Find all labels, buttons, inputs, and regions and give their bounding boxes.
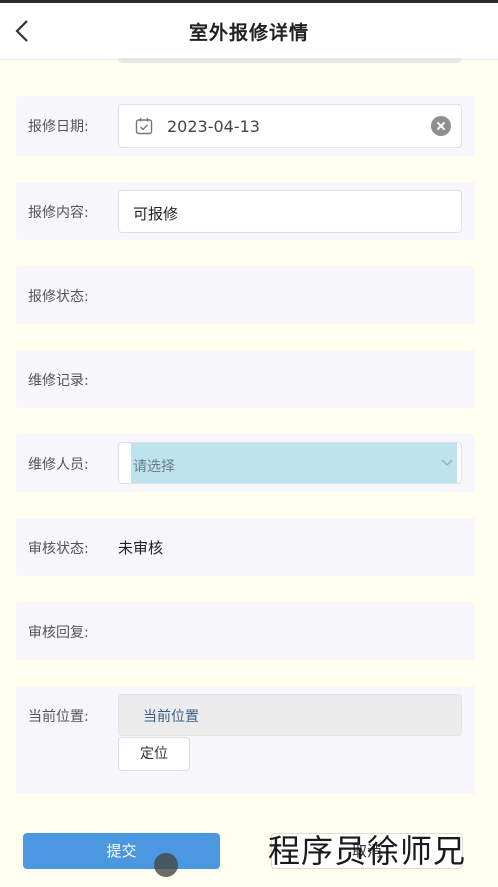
previous-field-edge <box>118 58 462 63</box>
repair-date-row: 报修日期: 2023-04-13 <box>16 96 475 156</box>
review-status-label: 审核状态: <box>28 541 89 557</box>
review-status-value: 未审核 <box>118 539 164 557</box>
review-status-row: 审核状态: 未审核 <box>16 518 475 576</box>
chevron-left-icon <box>15 20 28 42</box>
repair-content-label: 报修内容: <box>28 205 89 221</box>
repair-status-row: 报修状态: <box>16 266 475 324</box>
review-reply-label: 审核回复: <box>28 625 89 641</box>
current-location-row: 当前位置: 当前位置 定位 <box>16 686 475 794</box>
page-title: 室外报修详情 <box>188 21 309 44</box>
calendar-icon <box>135 118 153 135</box>
repair-content-input[interactable]: 可报修 <box>118 190 462 233</box>
app-header: 室外报修详情 <box>0 3 498 60</box>
repair-date-label: 报修日期: <box>28 119 89 135</box>
select-highlight <box>131 443 457 483</box>
chevron-down-icon <box>441 459 453 467</box>
repair-content-value: 可报修 <box>133 205 179 223</box>
repair-status-label: 报修状态: <box>28 289 89 305</box>
back-button[interactable] <box>12 17 34 45</box>
maintenance-record-row: 维修记录: <box>16 350 475 408</box>
repair-content-row: 报修内容: 可报修 <box>16 182 475 240</box>
maintenance-staff-select[interactable]: 请选择 <box>118 442 462 484</box>
watermark-text: 程序员徐师兄 <box>268 832 467 870</box>
touch-indicator <box>154 853 178 877</box>
maintenance-staff-label: 维修人员: <box>28 457 89 473</box>
clear-circle-icon[interactable] <box>431 116 451 136</box>
locate-button[interactable]: 定位 <box>118 737 190 771</box>
current-location-label: 当前位置: <box>28 709 89 725</box>
maintenance-staff-row: 维修人员: 请选择 <box>16 434 475 492</box>
repair-date-field[interactable]: 2023-04-13 <box>118 104 462 148</box>
current-location-field: 当前位置 <box>118 694 462 736</box>
repair-date-value: 2023-04-13 <box>167 117 260 136</box>
maintenance-record-label: 维修记录: <box>28 373 89 389</box>
current-location-value: 当前位置 <box>143 709 199 725</box>
submit-button[interactable]: 提交 <box>23 833 220 869</box>
review-reply-row: 审核回复: <box>16 602 475 660</box>
maintenance-staff-placeholder: 请选择 <box>133 459 175 475</box>
